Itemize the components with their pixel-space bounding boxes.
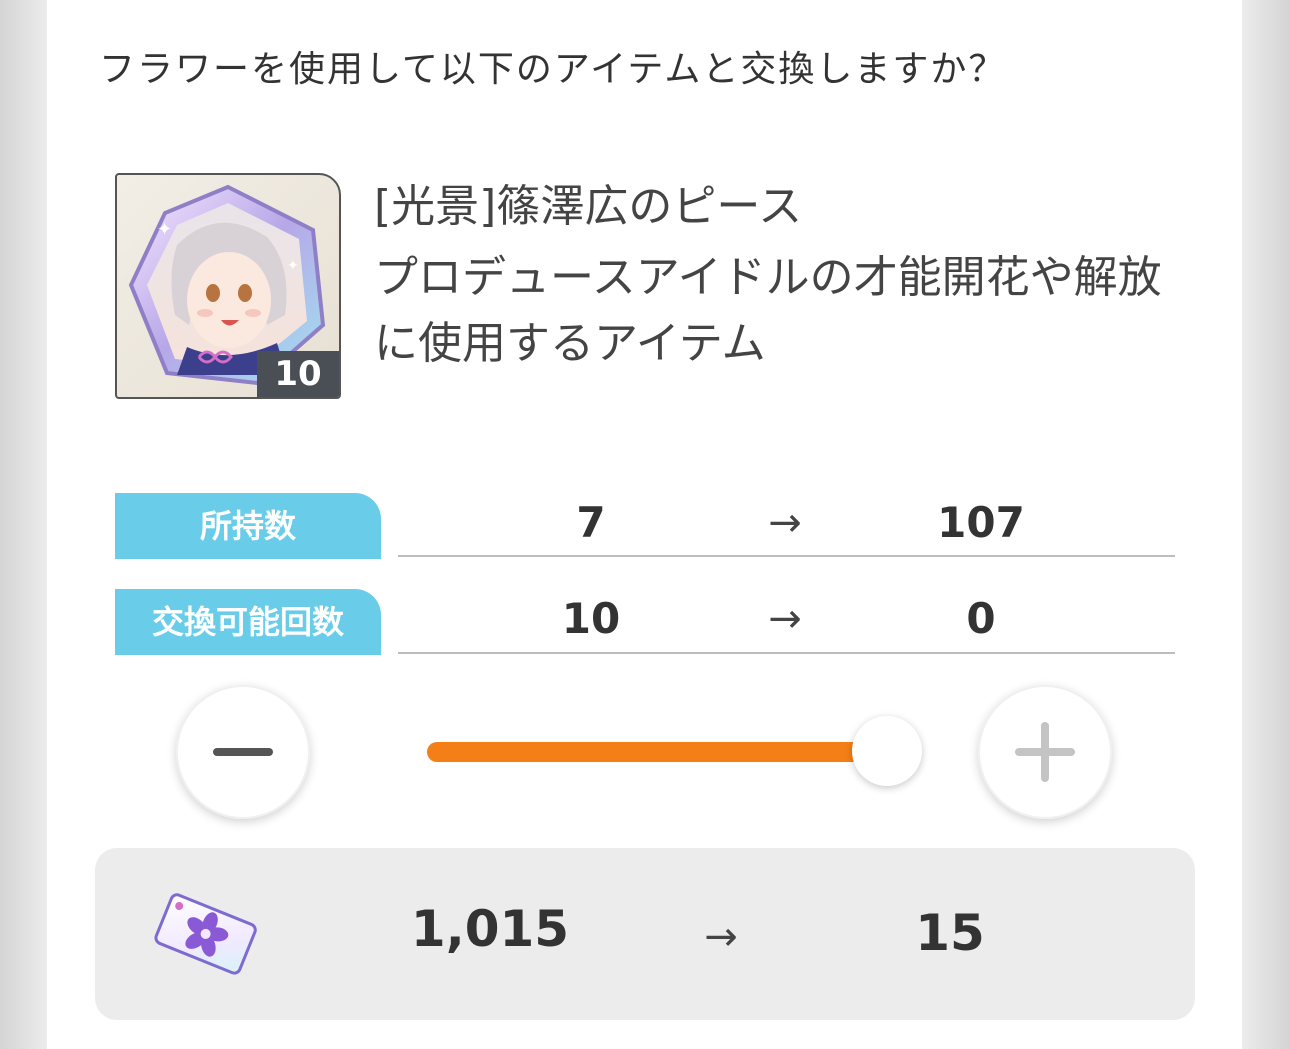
item-thumbnail: ✦ ✦ 10 xyxy=(115,173,341,399)
owned-count-before: 7 xyxy=(576,498,606,547)
arrow-right-icon: → xyxy=(704,914,738,960)
exchangeable-count-after: 0 xyxy=(966,594,996,643)
quantity-slider-track[interactable] xyxy=(427,742,887,762)
minus-icon xyxy=(213,748,273,756)
decrease-button[interactable] xyxy=(176,685,310,819)
item-description: プロデュースアイドルの才能開花や解放に使用するアイテム xyxy=(374,252,1162,369)
divider xyxy=(398,652,1175,654)
confirm-question: フラワーを使用して以下のアイテムと交換しますか？ xyxy=(99,49,1007,90)
flower-ticket-icon xyxy=(154,893,257,975)
arrow-right-icon: → xyxy=(768,500,802,546)
owned-count-after: 107 xyxy=(937,498,1025,547)
arrow-right-icon: → xyxy=(768,596,802,642)
svg-text:✦: ✦ xyxy=(157,219,172,240)
left-backdrop xyxy=(0,0,47,1049)
exchange-dialog: フラワーを使用して以下のアイテムと交換しますか？ ✦ ✦ 10 [光景]篠澤広の… xyxy=(47,0,1242,1049)
exchangeable-count-before: 10 xyxy=(561,594,621,643)
item-count-badge: 10 xyxy=(257,351,339,397)
divider xyxy=(398,555,1175,557)
svg-text:✦: ✦ xyxy=(287,258,299,274)
right-backdrop xyxy=(1242,0,1290,1049)
flower-balance-before: 1,015 xyxy=(410,900,570,958)
flower-cost-panel: 1,015 → 15 xyxy=(95,848,1195,1020)
owned-count-label: 所持数 xyxy=(115,493,381,559)
quantity-slider-handle[interactable] xyxy=(852,716,922,786)
exchangeable-count-label: 交換可能回数 xyxy=(115,589,381,655)
increase-button[interactable] xyxy=(978,685,1112,819)
flower-balance-after: 15 xyxy=(915,904,985,962)
item-name: [光景]篠澤広のピース xyxy=(374,181,803,232)
